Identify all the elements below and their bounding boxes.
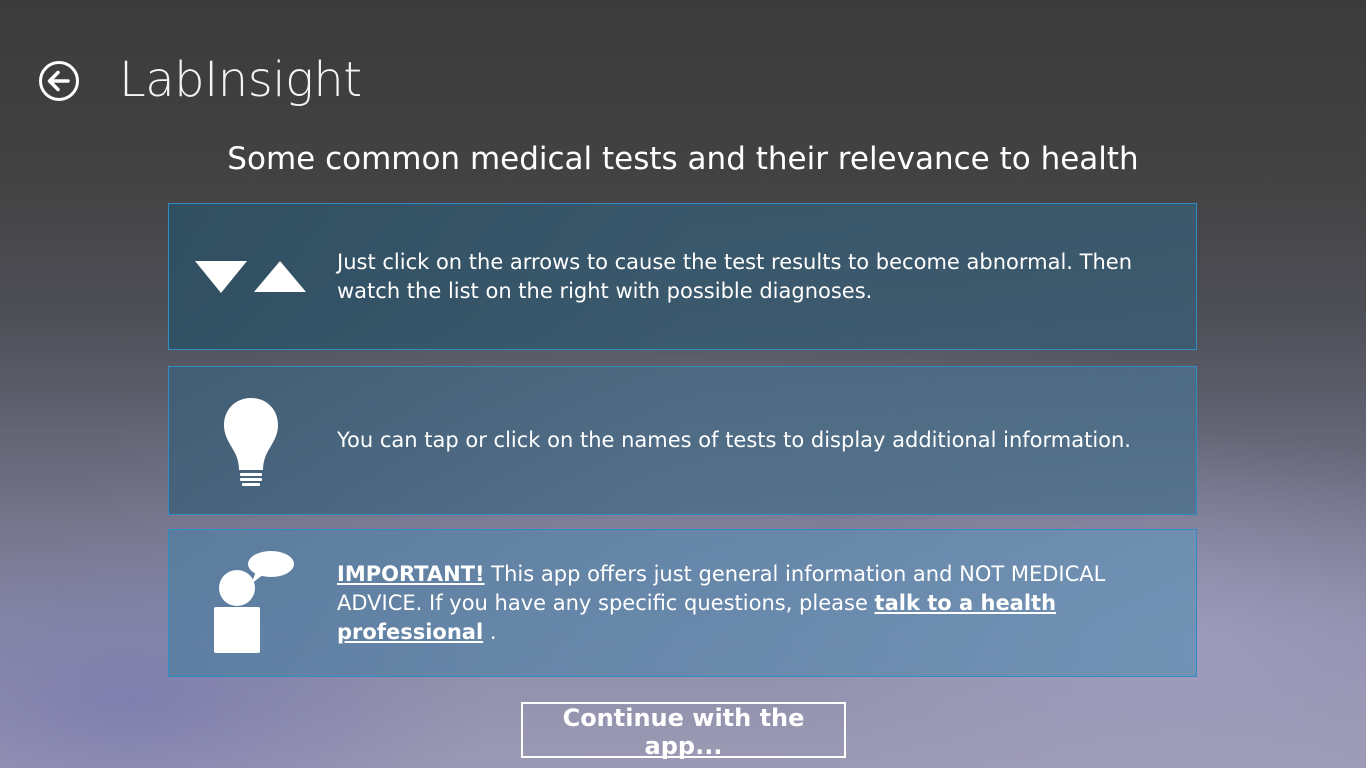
page-heading: Some common medical tests and their rele… [227, 141, 1139, 177]
back-button[interactable] [38, 60, 80, 102]
info-card-important: IMPORTANT! This app offers just general … [168, 529, 1197, 677]
app-title: LabInsight [119, 52, 362, 108]
card-important-text: IMPORTANT! This app offers just general … [337, 560, 1166, 647]
lightbulb-icon [191, 367, 311, 514]
important-label: IMPORTANT! [337, 561, 485, 586]
important-trailing-text: . [483, 619, 497, 644]
info-card-arrows: Just click on the arrows to cause the te… [168, 203, 1197, 350]
continue-button[interactable]: Continue with the app... [521, 702, 846, 760]
person-speech-bubble-icon [191, 530, 311, 676]
card-arrows-text: Just click on the arrows to cause the te… [337, 249, 1133, 303]
up-down-arrows-icon [191, 204, 311, 349]
back-arrow-icon [38, 60, 80, 102]
info-card-tap-tests: You can tap or click on the names of tes… [168, 366, 1197, 515]
card-tap-tests-text: You can tap or click on the names of tes… [337, 428, 1131, 452]
